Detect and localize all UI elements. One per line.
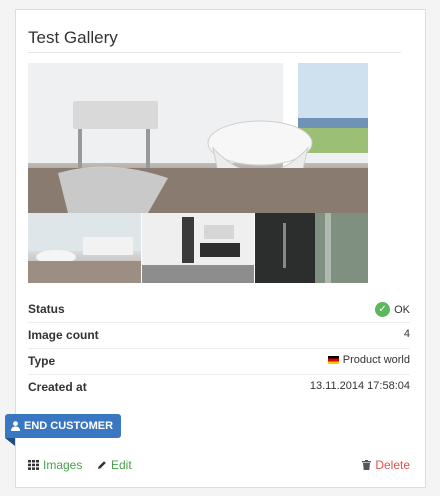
gallery-title: Test Gallery — [28, 28, 118, 47]
german-flag-icon — [327, 356, 339, 364]
status-row: Status ✓ OK — [28, 296, 410, 323]
main-gallery-image[interactable] — [28, 63, 368, 213]
image-count-value: 4 — [403, 328, 410, 340]
gallery-thumbnail[interactable] — [142, 213, 254, 283]
end-customer-badge: END CUSTOMER — [5, 414, 122, 438]
edit-button[interactable]: Edit — [97, 458, 132, 472]
status-value: OK — [394, 303, 410, 316]
title-divider — [28, 52, 401, 53]
gallery-thumbnail[interactable] — [255, 213, 368, 283]
image-count-row: Image count 4 — [28, 322, 410, 349]
pencil-icon — [98, 461, 106, 469]
type-row: Type Product world — [28, 348, 410, 375]
images-button-label: Images — [43, 458, 83, 472]
check-circle-icon: ✓ — [375, 302, 391, 317]
image-count-label: Image count — [28, 328, 99, 342]
created-at-value: 13.11.2014 17:58:04 — [309, 380, 410, 392]
delete-button[interactable]: Delete — [362, 458, 410, 472]
user-icon — [11, 421, 20, 431]
type-label: Type — [28, 354, 56, 368]
badge-ribbon-fold — [5, 438, 15, 446]
type-value: Product world — [342, 354, 410, 366]
status-label: Status — [28, 302, 65, 316]
edit-button-label: Edit — [111, 458, 132, 472]
created-at-row: Created at 13.11.2014 17:58:04 — [28, 374, 410, 400]
badge-label: END CUSTOMER — [24, 420, 114, 432]
delete-button-label: Delete — [375, 458, 410, 472]
trash-icon — [362, 460, 372, 470]
gallery-thumbnail[interactable] — [28, 213, 141, 283]
images-button[interactable]: Images — [28, 458, 82, 472]
grid-icon — [28, 460, 39, 470]
created-at-label: Created at — [28, 380, 87, 394]
